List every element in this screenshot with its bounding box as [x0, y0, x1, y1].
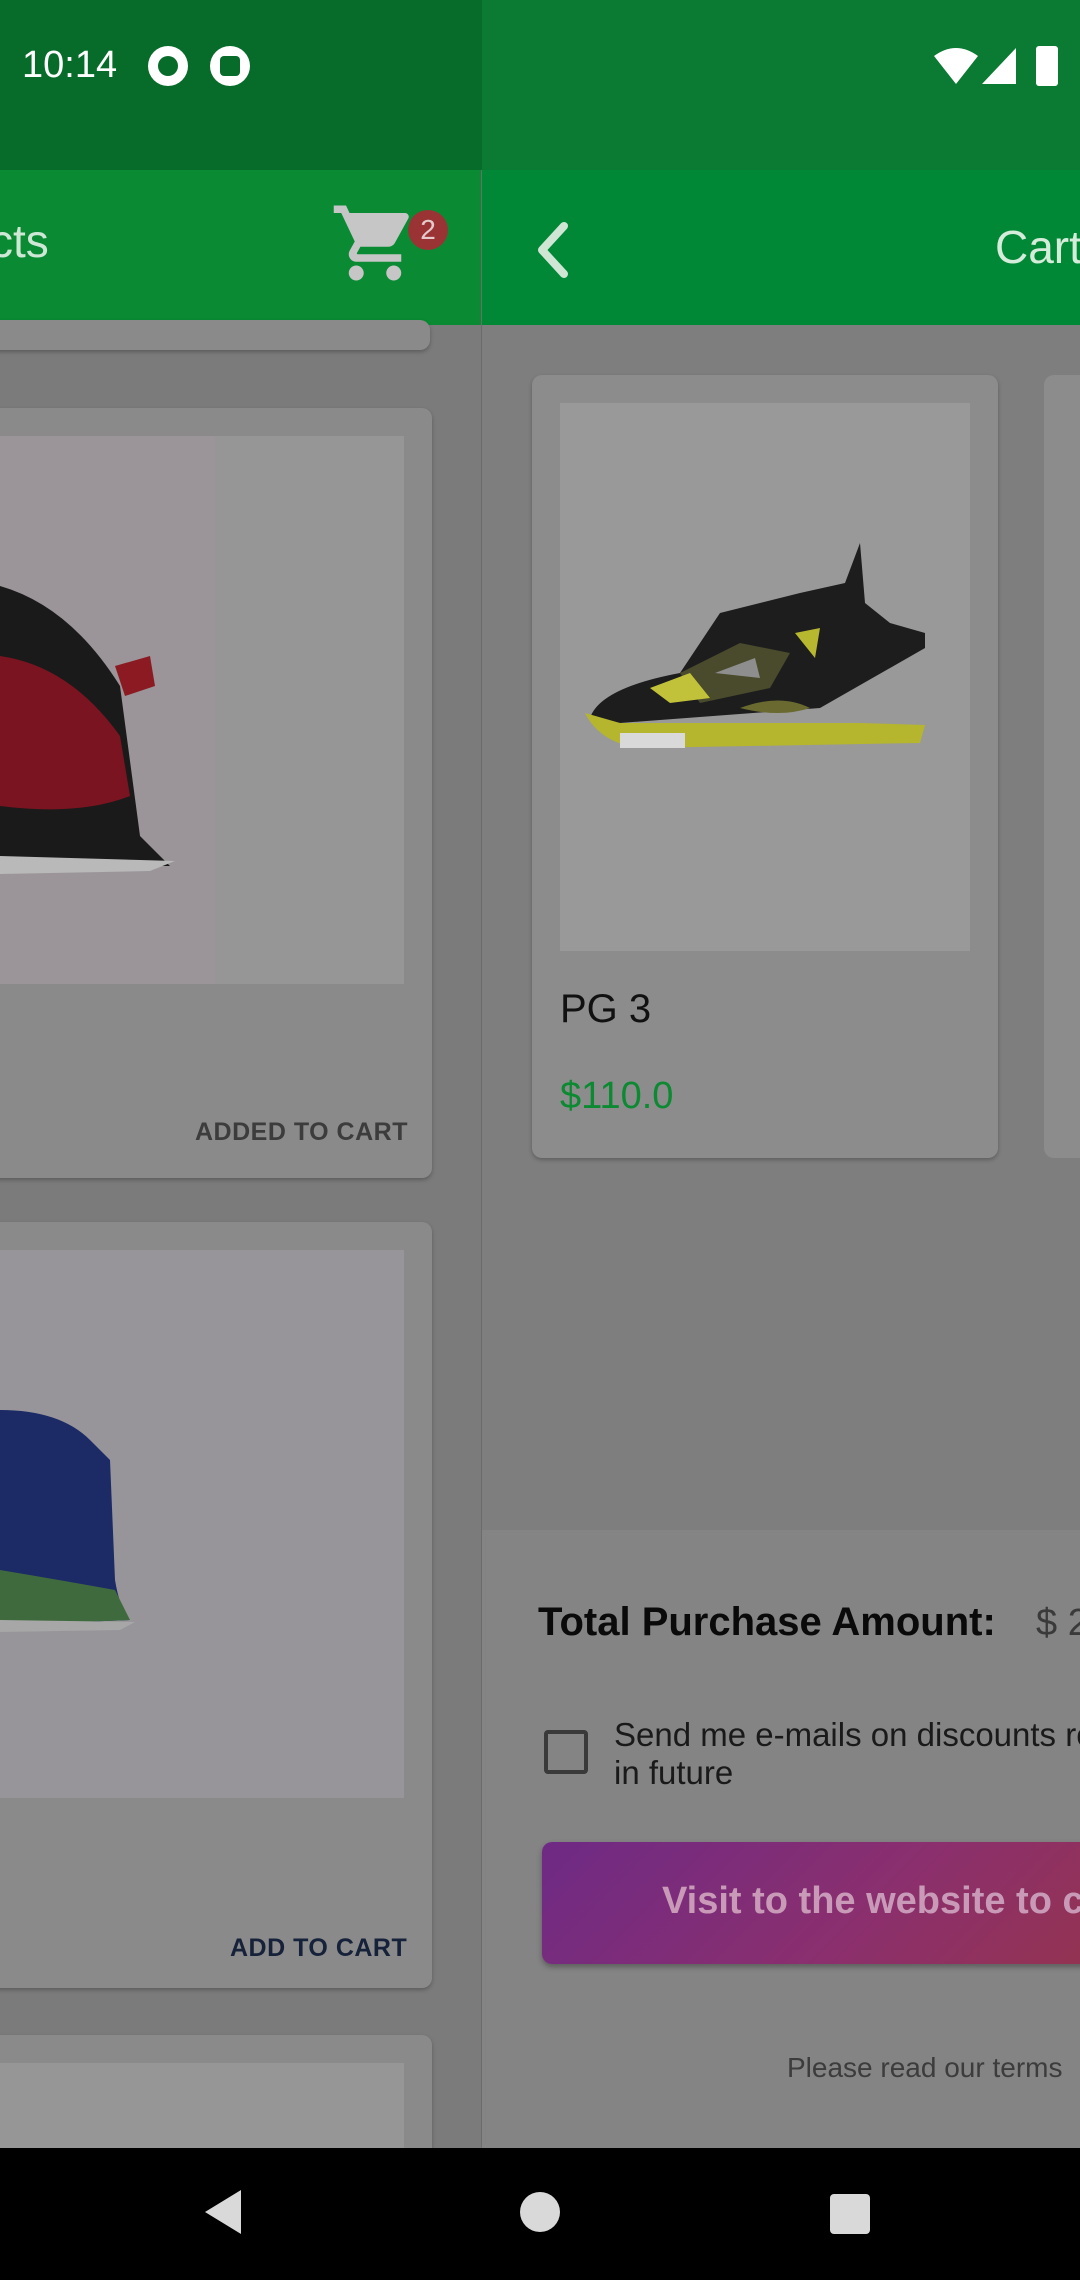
product-card: [0, 320, 430, 350]
products-title: cts: [0, 215, 49, 267]
signal-icon: [982, 48, 1016, 84]
total-label: Total Purchase Amount:: [538, 1600, 996, 1644]
cart-app-bar: Cart: [482, 170, 1080, 325]
shopping-cart-icon: [333, 205, 409, 281]
product-card: [0, 2035, 432, 2148]
product-card: ADD TO CART: [0, 1222, 432, 1988]
cart-item-card[interactable]: PG 3 $110.0: [532, 375, 998, 1158]
terms-link[interactable]: Please read our terms: [787, 2052, 1062, 2084]
status-time: 10:14: [22, 44, 118, 86]
cart-item-card[interactable]: [1044, 375, 1080, 1158]
product-image: [0, 436, 404, 984]
product-card: ADDED TO CART: [0, 408, 432, 1178]
product-price: $110.0: [560, 1075, 674, 1117]
added-to-cart-button[interactable]: ADDED TO CART: [195, 1118, 408, 1147]
nav-home-icon[interactable]: [520, 2192, 560, 2232]
battery-icon: [1036, 46, 1058, 86]
checkout-panel: Total Purchase Amount: $ 2 Send me e-mai…: [482, 1530, 1080, 2148]
visit-website-button[interactable]: Visit to the website to co: [542, 1842, 1080, 1964]
status-bar: 10:14: [0, 0, 1080, 170]
products-screen: cts 2 ADDED TO CART ADD TO CART: [0, 170, 482, 2148]
email-opt-in-checkbox[interactable]: [544, 1730, 588, 1774]
product-image: [0, 2063, 404, 2148]
back-arrow-icon[interactable]: [534, 220, 574, 280]
product-image: [560, 403, 970, 951]
visit-website-label: Visit to the website to co: [662, 1880, 1080, 1922]
sync-icon: [148, 46, 188, 86]
nav-back-icon[interactable]: [205, 2190, 241, 2234]
wifi-icon: [934, 48, 978, 84]
cart-screen: Cart PG 3 $110.0 Total Purchase Amount: …: [482, 170, 1080, 2148]
cart-button[interactable]: 2: [330, 198, 448, 298]
navigation-bar: [0, 2148, 1080, 2280]
cart-title: Cart: [995, 221, 1080, 273]
products-app-bar: cts 2: [0, 170, 482, 325]
app-icon: [210, 46, 250, 86]
total-value: $ 2: [1036, 1602, 1080, 1644]
product-image: [0, 1250, 404, 1798]
device-screen: 10:14 cts 2 ADDED TO CART ADD TO CART Ca…: [0, 0, 1080, 2280]
product-name: PG 3: [560, 987, 652, 1031]
nav-recents-icon[interactable]: [830, 2194, 870, 2234]
cart-count-badge: 2: [408, 210, 448, 250]
add-to-cart-button[interactable]: ADD TO CART: [230, 1934, 407, 1963]
email-opt-in-label: Send me e-mails on discounts re in futur…: [614, 1716, 1080, 1791]
